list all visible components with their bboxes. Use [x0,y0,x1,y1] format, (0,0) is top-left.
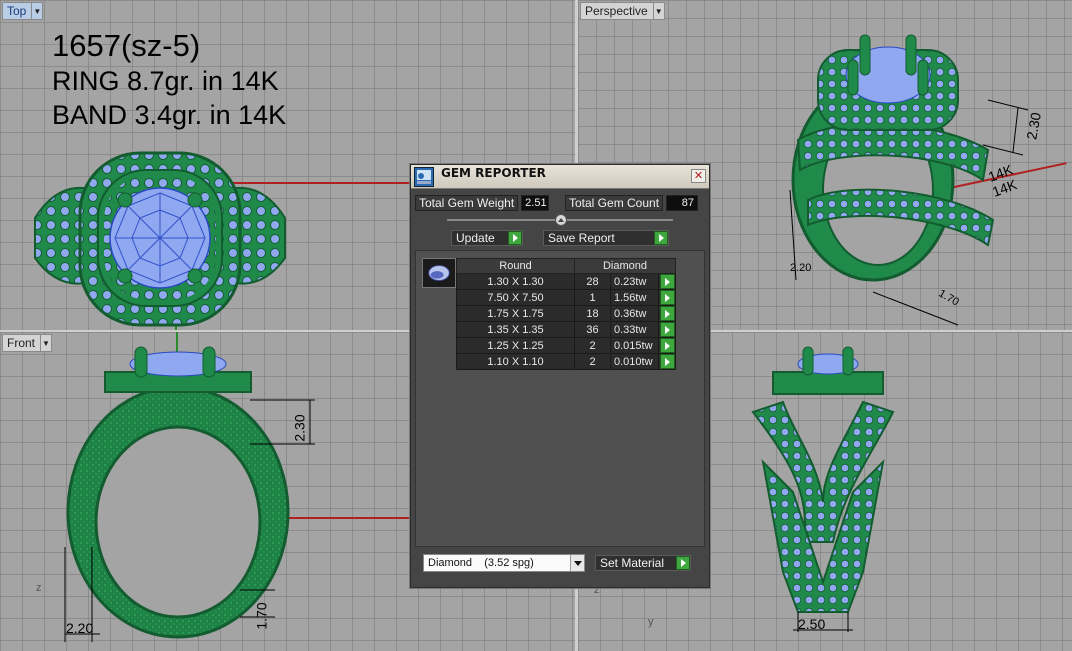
dim-label: 2.20 [790,262,812,274]
axis-label-y: y [648,616,654,628]
dialog-title: GEM REPORTER [441,166,546,180]
note-ring-weight: RING 8.7gr. in 14K [52,66,279,96]
table-row[interactable]: 1.10 X 1.10 2 0.010tw [456,353,676,370]
gem-weight: 0.23tw [610,273,659,290]
gem-count: 2 [574,353,611,370]
save-report-button[interactable]: Save Report [543,230,669,246]
dim-label: 1.70 [253,602,270,630]
viewport-tab-top[interactable]: Top ▼ [2,2,44,20]
gem-size: 1.10 X 1.10 [456,353,575,370]
gem-weight: 0.36tw [610,305,659,322]
table-row[interactable]: 7.50 X 7.50 1 1.56tw [456,289,676,306]
gem-list-panel: Round Diamond 1.30 X 1.30 28 0.23tw 7.50… [415,250,705,547]
gem-weight: 0.015tw [610,337,659,354]
viewport-label: Perspective [585,4,648,18]
viewport-tab-front[interactable]: Front ▼ [2,334,53,352]
table-row[interactable]: 1.75 X 1.75 18 0.36tw [456,305,676,322]
gem-reporter-dialog: GEM REPORTER ✕ Total Gem Weight 2.51 Tot… [410,164,710,588]
dialog-titlebar[interactable]: GEM REPORTER ✕ [411,165,709,189]
total-weight-value: 2.51 [521,195,550,211]
chevron-down-icon[interactable]: ▼ [652,3,664,19]
gem-count: 1 [574,289,611,306]
viewport-label: Top [7,4,27,18]
axis-label-z: z [36,582,42,594]
play-arrow-icon [676,556,690,570]
table-row[interactable]: 1.25 X 1.25 2 0.015tw [456,337,676,354]
update-button[interactable]: Update [451,230,523,246]
material-select[interactable]: Diamond (3.52 spg) [423,554,585,572]
dim-label: 2.20 [66,620,94,636]
splitter-handle[interactable] [555,214,567,226]
design-notes: 1657(sz-5) RING 8.7gr. in 14K BAND 3.4gr… [52,28,286,132]
ring-side-view [751,346,895,632]
gem-reporter-app-icon [414,167,434,187]
gem-size: 1.35 X 1.35 [456,321,575,338]
select-gems-button[interactable] [659,306,675,321]
update-button-label: Update [456,231,495,245]
gem-size: 1.30 X 1.30 [456,273,575,290]
gem-size: 7.50 X 7.50 [456,289,575,306]
gem-count: 2 [574,337,611,354]
col-shape-header: Round [456,258,575,274]
ring-front-view [64,346,315,642]
material-select-value: Diamond (3.52 spg) [428,557,534,569]
gem-count: 18 [574,305,611,322]
select-gems-button[interactable] [659,354,675,369]
total-weight-row: Total Gem Weight 2.51 [415,195,550,211]
play-arrow-icon [508,231,522,245]
table-row[interactable]: 1.35 X 1.35 36 0.33tw [456,321,676,338]
total-count-label: Total Gem Count [565,195,664,211]
gem-count: 36 [574,321,611,338]
select-gems-button[interactable] [659,338,675,353]
table-row[interactable]: 1.30 X 1.30 28 0.23tw [456,273,676,290]
gem-size: 1.25 X 1.25 [456,337,575,354]
col-material-header: Diamond [574,258,676,274]
gem-weight: 1.56tw [610,289,659,306]
round-gem-icon[interactable] [422,258,456,288]
chevron-down-icon[interactable]: ▼ [40,335,51,351]
note-model-size: 1657(sz-5) [52,28,201,63]
gem-size: 1.75 X 1.75 [456,305,575,322]
total-count-value: 87 [666,195,699,211]
chevron-down-icon[interactable] [570,555,584,571]
select-gems-button[interactable] [659,322,675,337]
gem-weight: 0.33tw [610,321,659,338]
gem-table: Round Diamond 1.30 X 1.30 28 0.23tw 7.50… [456,258,676,370]
select-gems-button[interactable] [659,274,675,289]
select-gems-button[interactable] [659,290,675,305]
dim-label: 2.30 [291,414,308,442]
viewport-label: Front [7,336,36,350]
total-count-row: Total Gem Count 87 [565,195,699,211]
note-band-weight: BAND 3.4gr. in 14K [52,100,287,130]
viewport-tab-perspective[interactable]: Perspective ▼ [580,2,665,20]
set-material-button[interactable]: Set Material [595,555,691,571]
total-weight-label: Total Gem Weight [415,195,519,211]
chevron-down-icon[interactable]: ▼ [31,3,42,19]
save-report-button-label: Save Report [548,231,615,245]
play-arrow-icon [654,231,668,245]
dim-label: 2.50 [798,616,826,632]
ring-top-view [34,151,286,327]
close-icon[interactable]: ✕ [691,169,706,183]
ring-perspective-view [789,34,1029,326]
gem-count: 28 [574,273,611,290]
gem-weight: 0.010tw [610,353,659,370]
set-material-button-label: Set Material [600,556,665,570]
